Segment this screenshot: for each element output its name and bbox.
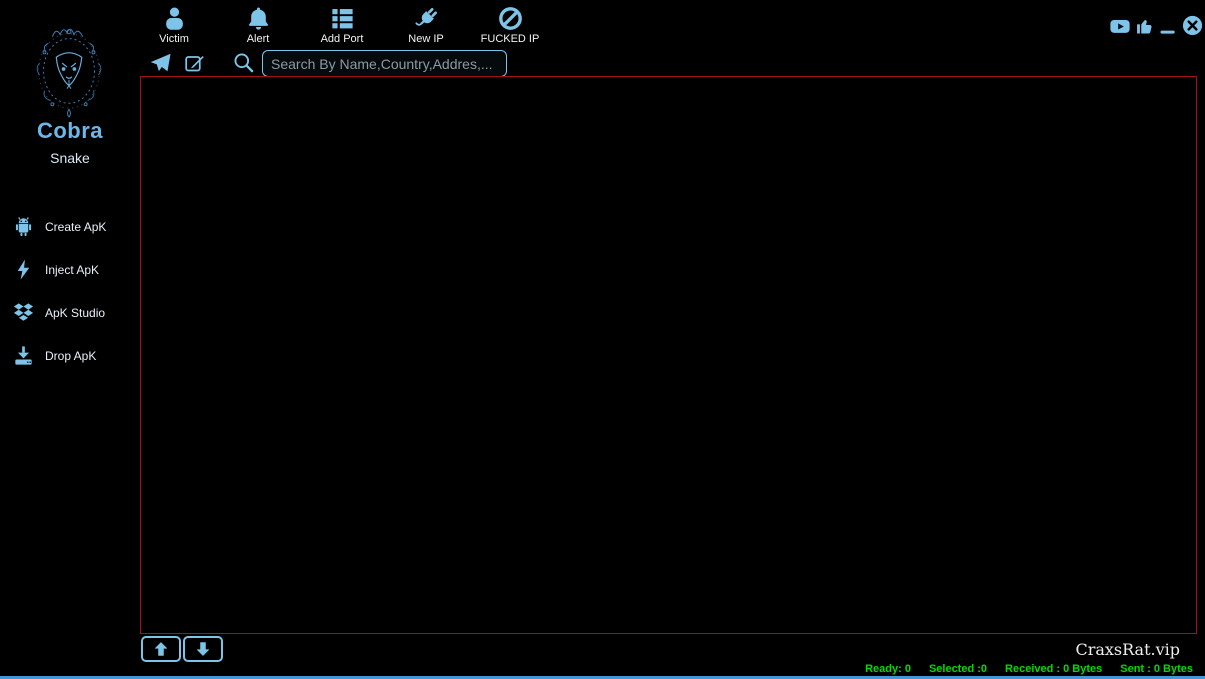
search-input[interactable]: [262, 50, 507, 77]
status-bar: Ready: 0 Selected :0 Received : 0 Bytes …: [865, 663, 1193, 675]
search-icon[interactable]: [232, 51, 255, 74]
scroll-up-button[interactable]: [141, 636, 181, 662]
toolbar-label: New IP: [408, 33, 443, 45]
sidebar-menu: Create ApK Inject ApK: [0, 205, 140, 377]
scroll-down-button[interactable]: [183, 636, 223, 662]
toolbar-new-ip-button[interactable]: New IP: [384, 5, 468, 45]
toolbar-label: Victim: [159, 33, 189, 45]
app-window: Cobra Snake: [0, 0, 1205, 679]
toolbar-label: Add Port: [321, 33, 364, 45]
sidebar-item-drop-apk[interactable]: Drop ApK: [0, 334, 140, 377]
toolbar-add-port-button[interactable]: Add Port: [300, 5, 384, 45]
sidebar-item-create-apk[interactable]: Create ApK: [0, 205, 140, 248]
dropbox-icon: [12, 301, 35, 324]
toolbar-alert-button[interactable]: Alert: [216, 5, 300, 45]
status-sent: Sent : 0 Bytes: [1120, 663, 1193, 675]
download-tray-icon: [12, 344, 35, 367]
victim-person-icon: [161, 5, 188, 32]
brand-title: Cobra: [0, 118, 140, 144]
arrow-down-icon: [194, 640, 212, 658]
android-icon: [12, 215, 35, 238]
toolbar-label: Alert: [247, 33, 270, 45]
toolbar-fucked-ip-button[interactable]: FUCKED IP: [468, 5, 552, 45]
status-ready: Ready: 0: [865, 663, 911, 675]
sidebar-item-label: Inject ApK: [45, 263, 99, 277]
sidebar-item-label: Drop ApK: [45, 349, 96, 363]
youtube-icon[interactable]: [1108, 15, 1132, 37]
status-received: Received : 0 Bytes: [1005, 663, 1102, 675]
thumbs-up-icon[interactable]: [1135, 15, 1155, 37]
status-selected: Selected :0: [929, 663, 987, 675]
fucked-ip-ban-icon: [497, 5, 524, 32]
cobra-snake-emblem-icon: [22, 20, 116, 118]
toolbar-victim-button[interactable]: Victim: [132, 5, 216, 45]
site-label: CraxsRat.vip: [900, 640, 1180, 659]
window-controls: [1108, 14, 1204, 37]
toolbar-label: FUCKED IP: [481, 33, 540, 45]
close-icon[interactable]: [1181, 14, 1204, 37]
alert-bell-icon: [245, 5, 272, 32]
sidebar-item-inject-apk[interactable]: Inject ApK: [0, 248, 140, 291]
brand-subtitle: Snake: [0, 150, 140, 166]
sidebar: Cobra Snake: [0, 0, 140, 679]
send-plane-icon[interactable]: [149, 52, 172, 75]
minimize-icon[interactable]: [1158, 15, 1178, 37]
sidebar-item-label: ApK Studio: [45, 306, 105, 320]
new-ip-plug-icon: [413, 5, 440, 32]
victim-list-panel[interactable]: [140, 76, 1197, 634]
sidebar-item-apk-studio[interactable]: ApK Studio: [0, 291, 140, 334]
add-port-list-icon: [329, 5, 356, 32]
arrow-up-icon: [152, 640, 170, 658]
lightning-icon: [12, 258, 35, 281]
sidebar-item-label: Create ApK: [45, 220, 106, 234]
edit-compose-icon[interactable]: [184, 53, 205, 74]
